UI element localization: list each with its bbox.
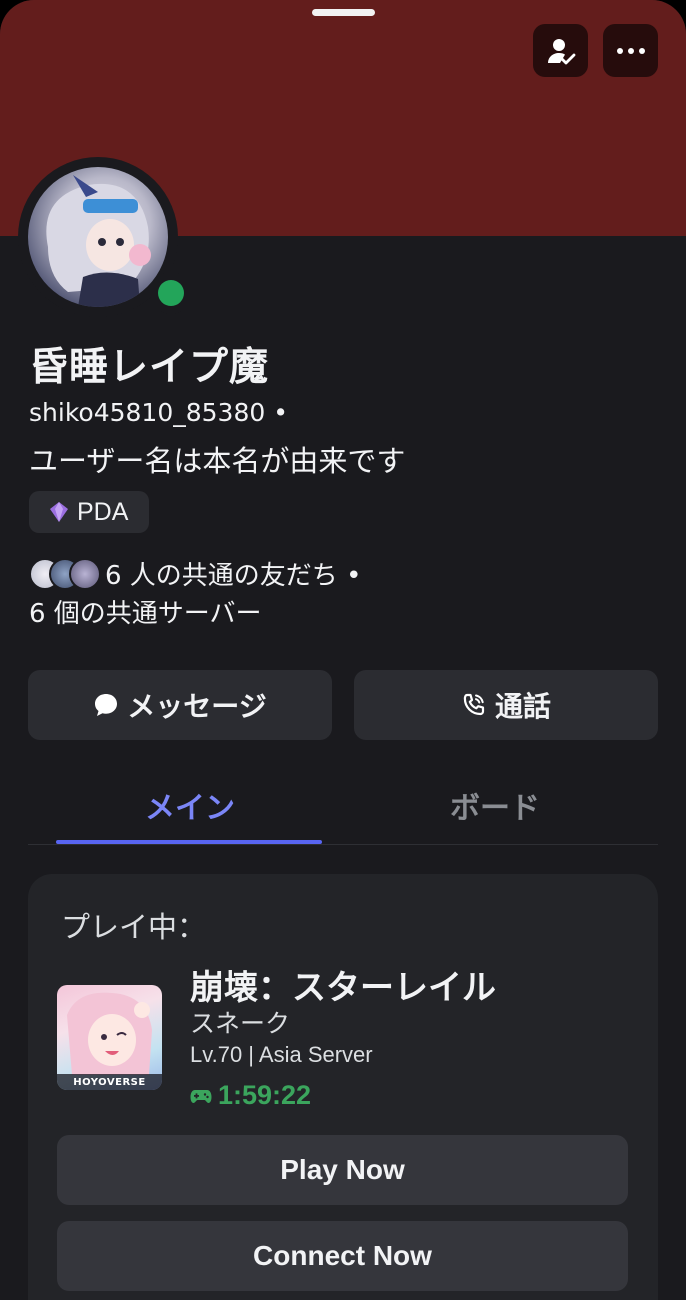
- active-tab-indicator: [56, 840, 322, 844]
- server-tag-label: PDA: [77, 497, 129, 526]
- gem-icon: [50, 502, 68, 522]
- display-name: 昏睡レイプ魔: [29, 345, 270, 390]
- server-tag-chip[interactable]: PDA: [29, 491, 150, 533]
- tab-main[interactable]: メイン: [145, 783, 235, 827]
- username[interactable]: shiko45810_85380 •: [29, 398, 288, 427]
- activity-heading: プレイ中：: [61, 910, 207, 944]
- add-friend-button[interactable]: [533, 24, 588, 77]
- more-options-button[interactable]: [603, 24, 658, 77]
- avatar[interactable]: [18, 157, 192, 317]
- status-indicator: [150, 272, 192, 314]
- mutual-friends-count[interactable]: 6 人の共通の友だち •: [105, 555, 361, 592]
- game-title: 崩壊：スターレイル: [190, 968, 496, 1008]
- more-horizontal-icon: [616, 47, 645, 54]
- chat-bubble-icon: [95, 694, 118, 716]
- message-button-label: メッセージ: [127, 690, 267, 723]
- game-state: Lv.70 | Asia Server: [190, 1042, 373, 1067]
- call-button[interactable]: 通話: [354, 670, 658, 740]
- game-icon[interactable]: HOYOVERSE: [57, 985, 162, 1090]
- elapsed-time: 1:59:22: [190, 1080, 311, 1111]
- drag-handle[interactable]: [312, 9, 375, 16]
- connect-now-button[interactable]: Connect Now: [57, 1221, 628, 1291]
- mutual-friend-avatars: [29, 558, 103, 590]
- gamepad-icon: [190, 1089, 212, 1103]
- mutual-servers-count[interactable]: 6 個の共通サーバー: [29, 593, 262, 630]
- call-button-label: 通話: [494, 690, 551, 723]
- message-button[interactable]: メッセージ: [28, 670, 332, 740]
- online-status-dot: [158, 280, 184, 306]
- activity-card: プレイ中： HOYOVERSE 崩壊：スターレイル スネーク Lv.70 | A…: [28, 874, 658, 1300]
- elapsed-time-value: 1:59:22: [218, 1080, 312, 1110]
- tab-divider: [28, 844, 658, 845]
- person-check-icon: [547, 38, 575, 64]
- phone-icon: [463, 693, 485, 716]
- avatar-image: [28, 167, 168, 307]
- game-details: スネーク: [190, 1009, 291, 1038]
- profile-pronouns: ユーザー名は本名が由来です: [29, 444, 406, 478]
- tab-board[interactable]: ボード: [450, 783, 540, 827]
- mutual-avatar: [69, 558, 101, 590]
- publisher-logo: HOYOVERSE: [57, 1074, 162, 1090]
- profile-sheet: 昏睡レイプ魔 shiko45810_85380 • ユーザー名は本名が由来です …: [0, 0, 686, 1300]
- play-now-button[interactable]: Play Now: [57, 1135, 628, 1205]
